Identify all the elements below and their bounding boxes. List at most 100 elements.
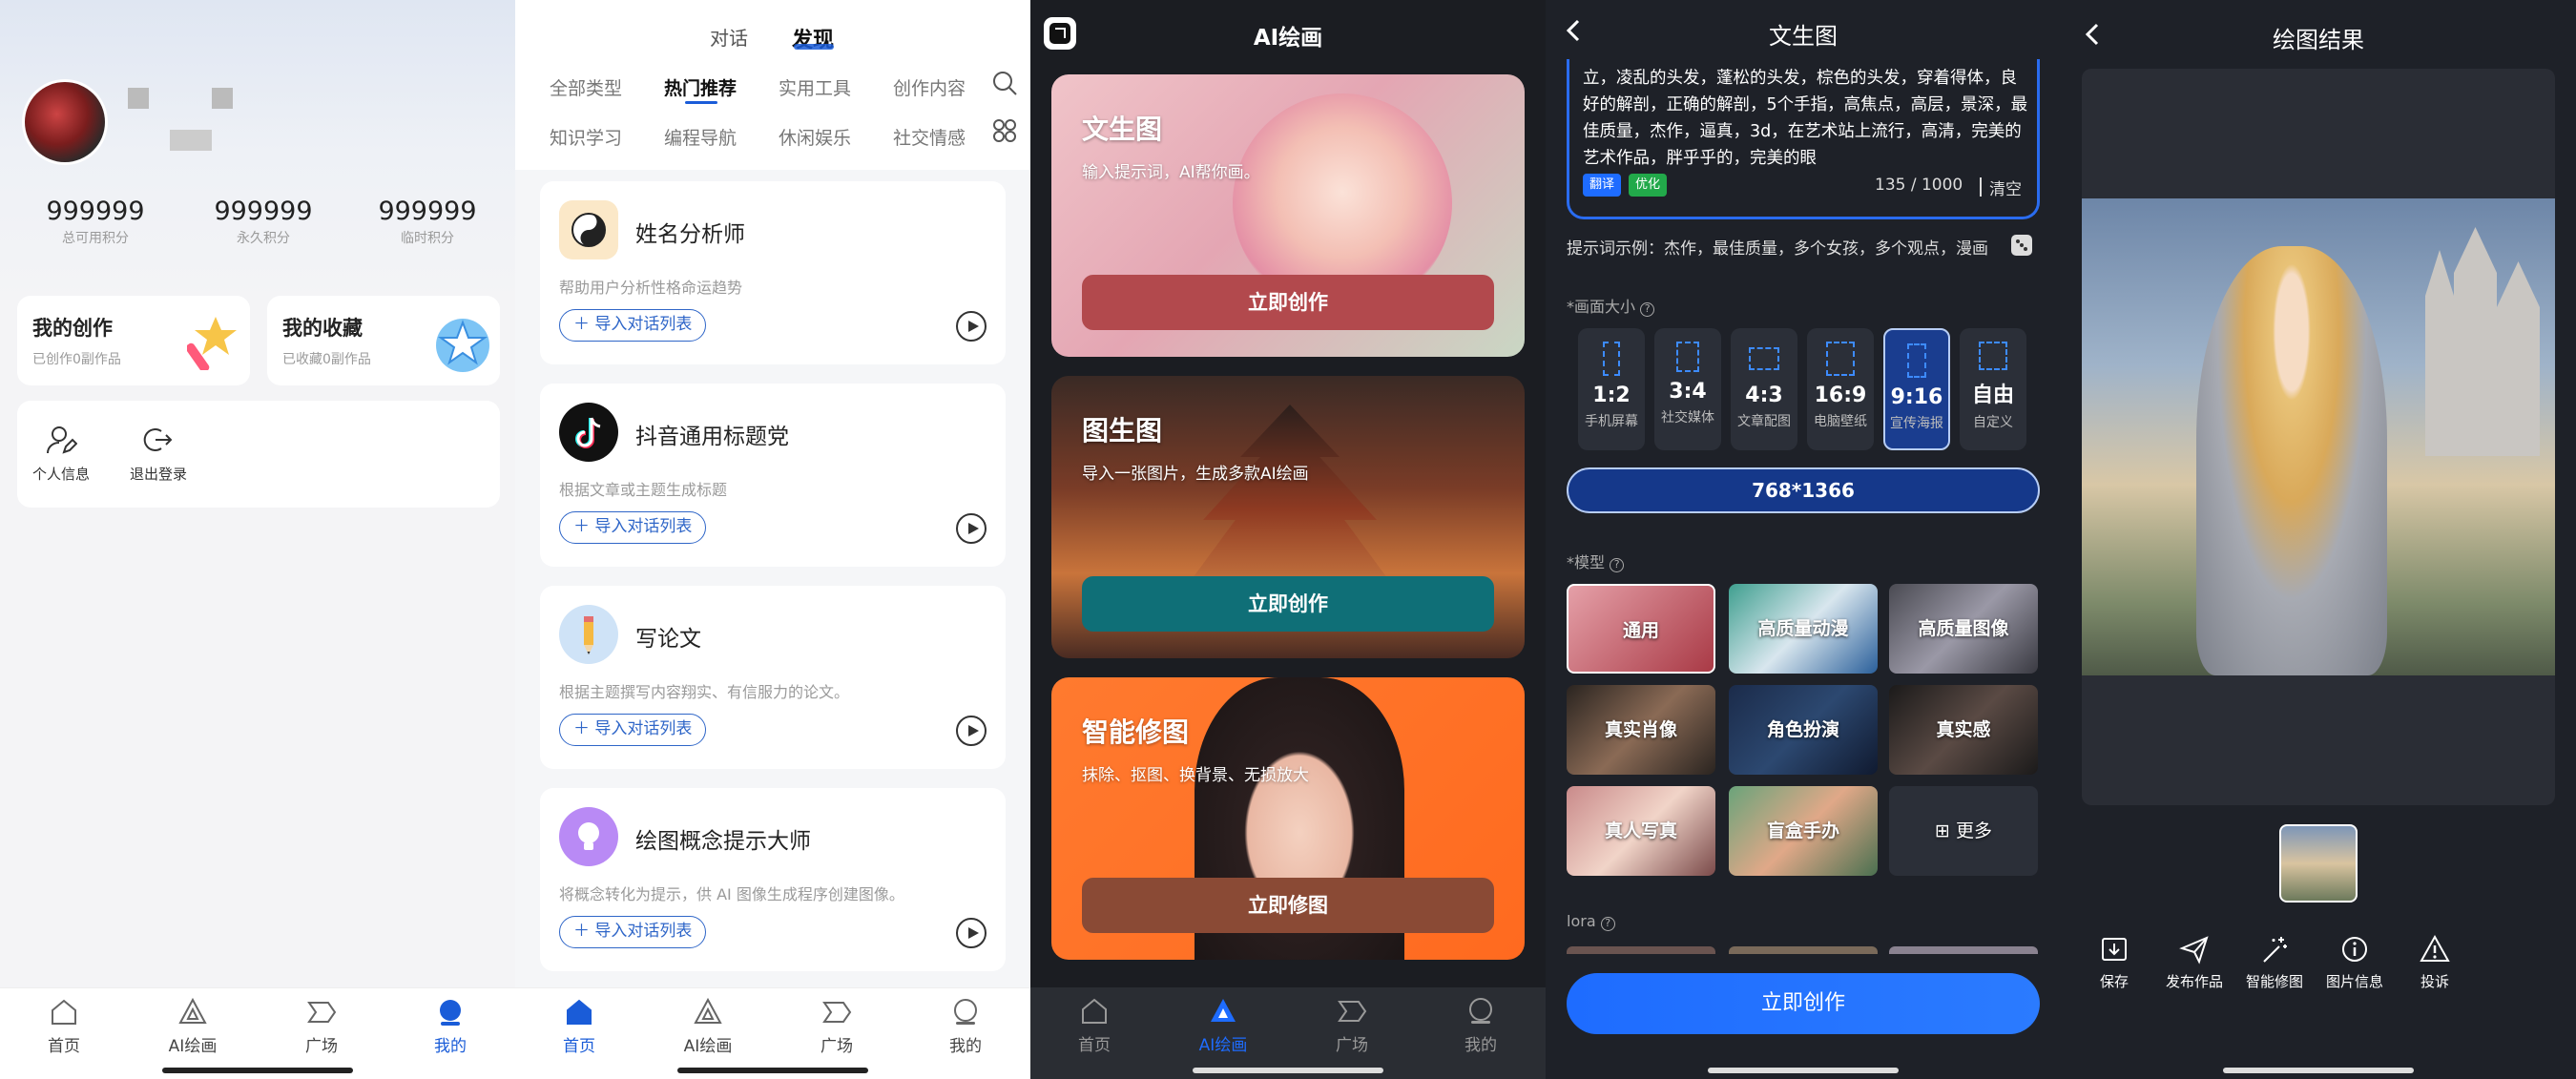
import-button[interactable]: ＋ 导入对话列表 bbox=[559, 309, 707, 342]
create-button[interactable]: 立即创作 bbox=[1567, 973, 2040, 1034]
tab-dialog[interactable]: 对话 bbox=[710, 23, 748, 51]
assistant-card[interactable]: 姓名分析师 帮助用户分析性格命运趋势 ＋ 导入对话列表 bbox=[540, 181, 1006, 364]
help-icon[interactable]: ? bbox=[1640, 302, 1655, 317]
ratio-option-selected[interactable]: 9:16 宣传海报 bbox=[1883, 328, 1950, 450]
ratio-option[interactable]: 16:9 电脑壁纸 bbox=[1807, 328, 1874, 450]
yinyang-icon bbox=[559, 200, 618, 259]
category-leisure[interactable]: 休闲娱乐 bbox=[779, 124, 851, 150]
grid-icon[interactable] bbox=[992, 118, 1017, 147]
points-temporary[interactable]: 999999 临时积分 bbox=[370, 197, 485, 247]
assistant-card[interactable]: 抖音通用标题党 根据文章或主题生成标题 ＋ 导入对话列表 bbox=[540, 384, 1006, 567]
lora-option[interactable] bbox=[1729, 946, 1878, 954]
ratio-option[interactable]: 3:4 社交媒体 bbox=[1654, 328, 1721, 450]
lora-option[interactable] bbox=[1567, 946, 1715, 954]
home-indicator bbox=[2223, 1068, 2414, 1073]
model-option-selected[interactable]: 通用 bbox=[1567, 584, 1715, 674]
tab-label: 我的 bbox=[1465, 1036, 1497, 1055]
home-icon bbox=[567, 999, 592, 1025]
help-icon[interactable]: ? bbox=[1610, 558, 1625, 572]
play-icon[interactable] bbox=[956, 311, 987, 342]
model-option[interactable]: 高质量动漫 bbox=[1729, 584, 1878, 674]
prompt-box[interactable]: 立，凌乱的头发，蓬松的头发，棕色的头发，穿着得体，良好的解剖，正确的解剖，5个手… bbox=[1567, 59, 2040, 219]
ratio-frame-icon bbox=[1603, 342, 1620, 376]
tab-home[interactable]: 首页 bbox=[21, 996, 107, 1063]
import-label: 导入对话列表 bbox=[594, 517, 693, 536]
points-permanent[interactable]: 999999 永久积分 bbox=[206, 197, 321, 247]
smart-edit-card[interactable]: 智能修图 抹除、抠图、换背景、无损放大 立即修图 bbox=[1051, 677, 1525, 960]
play-icon[interactable] bbox=[956, 918, 987, 948]
tab-home[interactable]: 首页 bbox=[1051, 995, 1137, 1062]
tab-mine[interactable]: 我的 bbox=[923, 996, 1008, 1063]
report-button[interactable]: 投诉 bbox=[2397, 933, 2473, 991]
category-content[interactable]: 创作内容 bbox=[893, 74, 966, 100]
category-all[interactable]: 全部类型 bbox=[550, 74, 622, 100]
tab-mine[interactable]: 我的 bbox=[1438, 995, 1524, 1062]
tab-ai-draw[interactable]: AI绘画 bbox=[1180, 995, 1266, 1062]
action-label: 投诉 bbox=[2420, 973, 2449, 990]
ratio-option[interactable]: 1:2 手机屏幕 bbox=[1578, 328, 1645, 450]
assistant-card[interactable]: 写论文 根据主题撰写内容翔实、有信服力的论文。 ＋ 导入对话列表 bbox=[540, 586, 1006, 769]
edit-button[interactable]: 立即修图 bbox=[1082, 878, 1494, 933]
card-subtitle: 导入一张图片，生成多款AI绘画 bbox=[1082, 465, 1309, 484]
help-icon[interactable]: ? bbox=[1600, 917, 1615, 931]
import-button[interactable]: ＋ 导入对话列表 bbox=[559, 916, 707, 948]
ratio-desc: 自定义 bbox=[1973, 415, 2013, 430]
category-knowledge[interactable]: 知识学习 bbox=[550, 124, 622, 150]
model-option[interactable]: 高质量图像 bbox=[1889, 584, 2038, 674]
tab-ai-draw[interactable]: AI绘画 bbox=[150, 996, 236, 1063]
my-collection-card[interactable]: 我的收藏 已收藏0副作品 bbox=[267, 296, 500, 385]
dice-icon[interactable] bbox=[2011, 235, 2032, 256]
tab-ai-draw[interactable]: AI绘画 bbox=[665, 996, 751, 1063]
optimize-button[interactable]: 优化 bbox=[1629, 174, 1667, 197]
my-creation-card[interactable]: 我的创作 已创作0副作品 bbox=[17, 296, 250, 385]
tab-square[interactable]: 广场 bbox=[1309, 995, 1395, 1062]
plus-icon: ＋ bbox=[573, 517, 595, 536]
more-models-button[interactable]: ⊞ 更多 bbox=[1889, 786, 2038, 876]
points-total[interactable]: 999999 总可用积分 bbox=[38, 197, 153, 247]
category-social[interactable]: 社交情感 bbox=[893, 124, 966, 150]
category-coding[interactable]: 编程导航 bbox=[664, 124, 737, 150]
import-button[interactable]: ＋ 导入对话列表 bbox=[559, 511, 707, 544]
tab-mine[interactable]: 我的 bbox=[407, 996, 493, 1063]
points-label: 临时积分 bbox=[401, 231, 454, 246]
category-hot[interactable]: 热门推荐 bbox=[664, 74, 737, 100]
create-button[interactable]: 立即创作 bbox=[1082, 275, 1494, 330]
generated-image[interactable] bbox=[2082, 198, 2555, 675]
txt2img-card[interactable]: 文生图 输入提示词，AI帮你画。 立即创作 bbox=[1051, 74, 1525, 357]
smart-edit-button[interactable]: 智能修图 bbox=[2236, 933, 2313, 991]
logout-button[interactable]: 退出登录 bbox=[124, 424, 193, 484]
category-tools[interactable]: 实用工具 bbox=[779, 74, 851, 100]
model-option[interactable]: 真实肖像 bbox=[1567, 685, 1715, 775]
model-option[interactable]: 真人写真 bbox=[1567, 786, 1715, 876]
ratio-option[interactable]: 4:3 文章配图 bbox=[1731, 328, 1797, 450]
tab-home[interactable]: 首页 bbox=[536, 996, 622, 1063]
avatar[interactable] bbox=[25, 82, 105, 162]
ratio-frame-icon bbox=[1749, 347, 1779, 370]
publish-button[interactable]: 发布作品 bbox=[2156, 933, 2233, 991]
search-icon[interactable] bbox=[990, 69, 1019, 101]
image-info-button[interactable]: 图片信息 bbox=[2316, 933, 2393, 991]
user-edit-icon bbox=[47, 426, 77, 454]
tab-square[interactable]: 广场 bbox=[794, 996, 880, 1063]
play-icon[interactable] bbox=[956, 513, 987, 544]
model-option[interactable]: 真实感 bbox=[1889, 685, 2038, 775]
model-option[interactable]: 盲盒手办 bbox=[1729, 786, 1878, 876]
img2img-card[interactable]: 图生图 导入一张图片，生成多款AI绘画 立即创作 bbox=[1051, 376, 1525, 658]
result-thumbnail[interactable] bbox=[2279, 824, 2358, 903]
clear-button[interactable]: 清空 bbox=[1989, 176, 2022, 199]
tab-square[interactable]: 广场 bbox=[279, 996, 364, 1063]
card-title: 我的创作 bbox=[32, 317, 113, 340]
translate-button[interactable]: 翻译 bbox=[1583, 174, 1621, 197]
assistant-desc: 帮助用户分析性格命运趋势 bbox=[559, 279, 743, 297]
assistant-card[interactable]: 绘图概念提示大师 将概念转化为提示，供 AI 图像生成程序创建图像。 ＋ 导入对… bbox=[540, 788, 1006, 971]
save-button[interactable]: 保存 bbox=[2076, 933, 2152, 991]
prompt-example: 提示词示例：杰作，最佳质量，多个女孩，多个观点，漫画 bbox=[1567, 239, 1988, 259]
ratio-option[interactable]: 自由 自定义 bbox=[1960, 328, 2026, 450]
resolution-field[interactable]: 768*1366 bbox=[1567, 467, 2040, 513]
play-icon[interactable] bbox=[956, 716, 987, 746]
model-option[interactable]: 角色扮演 bbox=[1729, 685, 1878, 775]
import-button[interactable]: ＋ 导入对话列表 bbox=[559, 714, 707, 746]
personal-info-button[interactable]: 个人信息 bbox=[27, 424, 95, 484]
create-button[interactable]: 立即创作 bbox=[1082, 576, 1494, 632]
lora-option[interactable] bbox=[1889, 946, 2038, 954]
